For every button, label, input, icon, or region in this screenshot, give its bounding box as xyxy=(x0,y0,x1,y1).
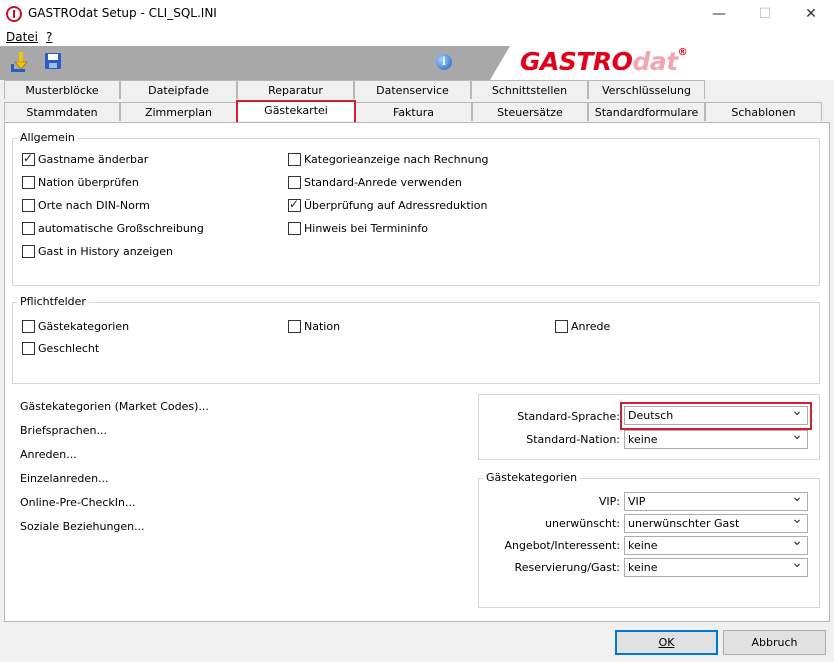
tab-dateipfade[interactable]: Dateipfade xyxy=(120,80,237,99)
logo-dat-text: dat xyxy=(632,47,678,76)
app-icon xyxy=(6,6,22,22)
label-standard-sprache: Standard-Sprache: xyxy=(517,410,620,423)
checkbox-pflicht-gaestekategorien[interactable] xyxy=(22,320,35,333)
label-vip: VIP: xyxy=(598,495,620,508)
chevron-down-icon xyxy=(791,515,803,533)
tab-musterbloecke[interactable]: Musterblöcke xyxy=(4,80,120,99)
link-online-pre-checkin[interactable]: Online-Pre-CheckIn... xyxy=(20,496,135,509)
label-gast-in-history: Gast in History anzeigen xyxy=(38,245,173,258)
pflichtfelder-group xyxy=(12,302,820,384)
menu-help[interactable]: ? xyxy=(46,28,52,46)
combo-standard-nation-value: keine xyxy=(628,433,658,446)
combo-standard-nation[interactable]: keine xyxy=(624,430,808,449)
label-pflicht-nation: Nation xyxy=(304,320,341,333)
tab-stammdaten[interactable]: Stammdaten xyxy=(4,102,120,121)
label-pflicht-gaestekategorien: Gästekategorien xyxy=(38,320,130,333)
label-standard-nation: Standard-Nation: xyxy=(526,433,620,446)
tab-reparatur[interactable]: Reparatur xyxy=(237,80,354,99)
label-hinweis-termininfo: Hinweis bei Termininfo xyxy=(304,222,428,235)
checkbox-gast-in-history[interactable] xyxy=(22,245,35,258)
checkbox-pflicht-anrede[interactable] xyxy=(555,320,568,333)
close-button[interactable]: ✕ xyxy=(788,0,834,28)
checkbox-pflicht-nation[interactable] xyxy=(288,320,301,333)
label-adressreduktion: Überprüfung auf Adressreduktion xyxy=(304,199,488,212)
minimize-button[interactable]: — xyxy=(696,0,742,28)
combo-reservierung-gast[interactable]: keine xyxy=(624,558,808,577)
pflichtfelder-legend: Pflichtfelder xyxy=(17,295,89,308)
link-briefsprachen[interactable]: Briefsprachen... xyxy=(20,424,107,437)
chevron-down-icon xyxy=(791,431,803,449)
checkbox-standard-anrede[interactable] xyxy=(288,176,301,189)
link-gaestekategorien-market-codes[interactable]: Gästekategorien (Market Codes)... xyxy=(20,400,209,413)
ok-button-label: OK xyxy=(658,636,675,649)
checkbox-gastname-aenderbar[interactable] xyxy=(22,151,35,166)
tab-faktura[interactable]: Faktura xyxy=(355,102,472,121)
logo-main-text: GASTRO xyxy=(520,47,633,76)
import-icon[interactable] xyxy=(8,50,30,74)
label-standard-anrede: Standard-Anrede verwenden xyxy=(304,176,462,189)
checkbox-hinweis-termininfo[interactable] xyxy=(288,222,301,235)
label-reservierung-gast: Reservierung/Gast: xyxy=(514,561,620,574)
checkbox-orte-din-norm[interactable] xyxy=(22,199,35,212)
checkbox-kategorieanzeige[interactable] xyxy=(288,153,301,166)
cancel-button-label: Abbruch xyxy=(751,636,798,649)
label-automatische-grossschreibung: automatische Großschreibung xyxy=(38,222,204,235)
label-unerwuenscht: unerwünscht: xyxy=(545,517,620,530)
gastrodat-logo: GASTROdat® xyxy=(520,47,688,76)
checkbox-pflicht-geschlecht[interactable] xyxy=(22,342,35,355)
checkbox-adressreduktion[interactable] xyxy=(288,197,301,212)
label-kategorieanzeige: Kategorieanzeige nach Rechnung xyxy=(304,153,489,166)
checkbox-nation-ueberpruefen[interactable] xyxy=(22,176,35,189)
combo-unerwuenscht[interactable]: unerwünschter Gast xyxy=(624,514,808,533)
chevron-down-icon xyxy=(791,537,803,555)
label-orte-din-norm: Orte nach DIN-Norm xyxy=(38,199,150,212)
combo-unerwuenscht-value: unerwünschter Gast xyxy=(628,517,740,530)
menu-bar: Datei ? xyxy=(0,28,834,46)
combo-angebot-interessent[interactable]: keine xyxy=(624,536,808,555)
link-soziale-beziehungen[interactable]: Soziale Beziehungen... xyxy=(20,520,145,533)
cancel-button[interactable]: Abbruch xyxy=(723,630,826,655)
tab-highlight-box xyxy=(236,100,356,124)
combo-vip-value: VIP xyxy=(628,495,646,508)
combo-angebot-interessent-value: keine xyxy=(628,539,658,552)
allgemein-legend: Allgemein xyxy=(17,131,78,144)
title-bar: GASTROdat Setup - CLI_SQL.INI — ☐ ✕ xyxy=(0,0,834,28)
label-nation-ueberpruefen: Nation überprüfen xyxy=(38,176,139,189)
tab-schnittstellen[interactable]: Schnittstellen xyxy=(471,80,588,99)
label-angebot-interessent: Angebot/Interessent: xyxy=(504,539,620,552)
label-pflicht-anrede: Anrede xyxy=(571,320,611,333)
logo-reg-mark: ® xyxy=(677,47,688,58)
combo-reservierung-gast-value: keine xyxy=(628,561,658,574)
link-einzelanreden[interactable]: Einzelanreden... xyxy=(20,472,109,485)
tab-datenservice[interactable]: Datenservice xyxy=(354,80,471,99)
tab-zimmerplan[interactable]: Zimmerplan xyxy=(120,102,237,121)
combo-vip[interactable]: VIP xyxy=(624,492,808,511)
tab-verschluesselung[interactable]: Verschlüsselung xyxy=(588,80,705,99)
info-icon[interactable]: i xyxy=(436,54,452,70)
chevron-down-icon xyxy=(791,559,803,577)
label-gastname-aenderbar: Gastname änderbar xyxy=(38,153,149,166)
menu-file[interactable]: Datei xyxy=(6,28,38,46)
ok-button[interactable]: OK xyxy=(615,630,718,655)
gastkategorien-legend: Gästekategorien xyxy=(483,471,581,484)
combo-highlight-box xyxy=(620,402,812,430)
link-anreden[interactable]: Anreden... xyxy=(20,448,77,461)
tab-standardformulare[interactable]: Standardformulare xyxy=(588,102,705,121)
chevron-down-icon xyxy=(791,493,803,511)
tab-steuersaetze[interactable]: Steuersätze xyxy=(472,102,588,121)
maximize-button[interactable]: ☐ xyxy=(742,0,788,28)
window-title: GASTROdat Setup - CLI_SQL.INI xyxy=(28,6,217,20)
tab-schablonen[interactable]: Schablonen xyxy=(705,102,822,121)
checkbox-automatische-grossschreibung[interactable] xyxy=(22,222,35,235)
label-pflicht-geschlecht: Geschlecht xyxy=(38,342,100,355)
save-icon[interactable] xyxy=(44,52,62,70)
